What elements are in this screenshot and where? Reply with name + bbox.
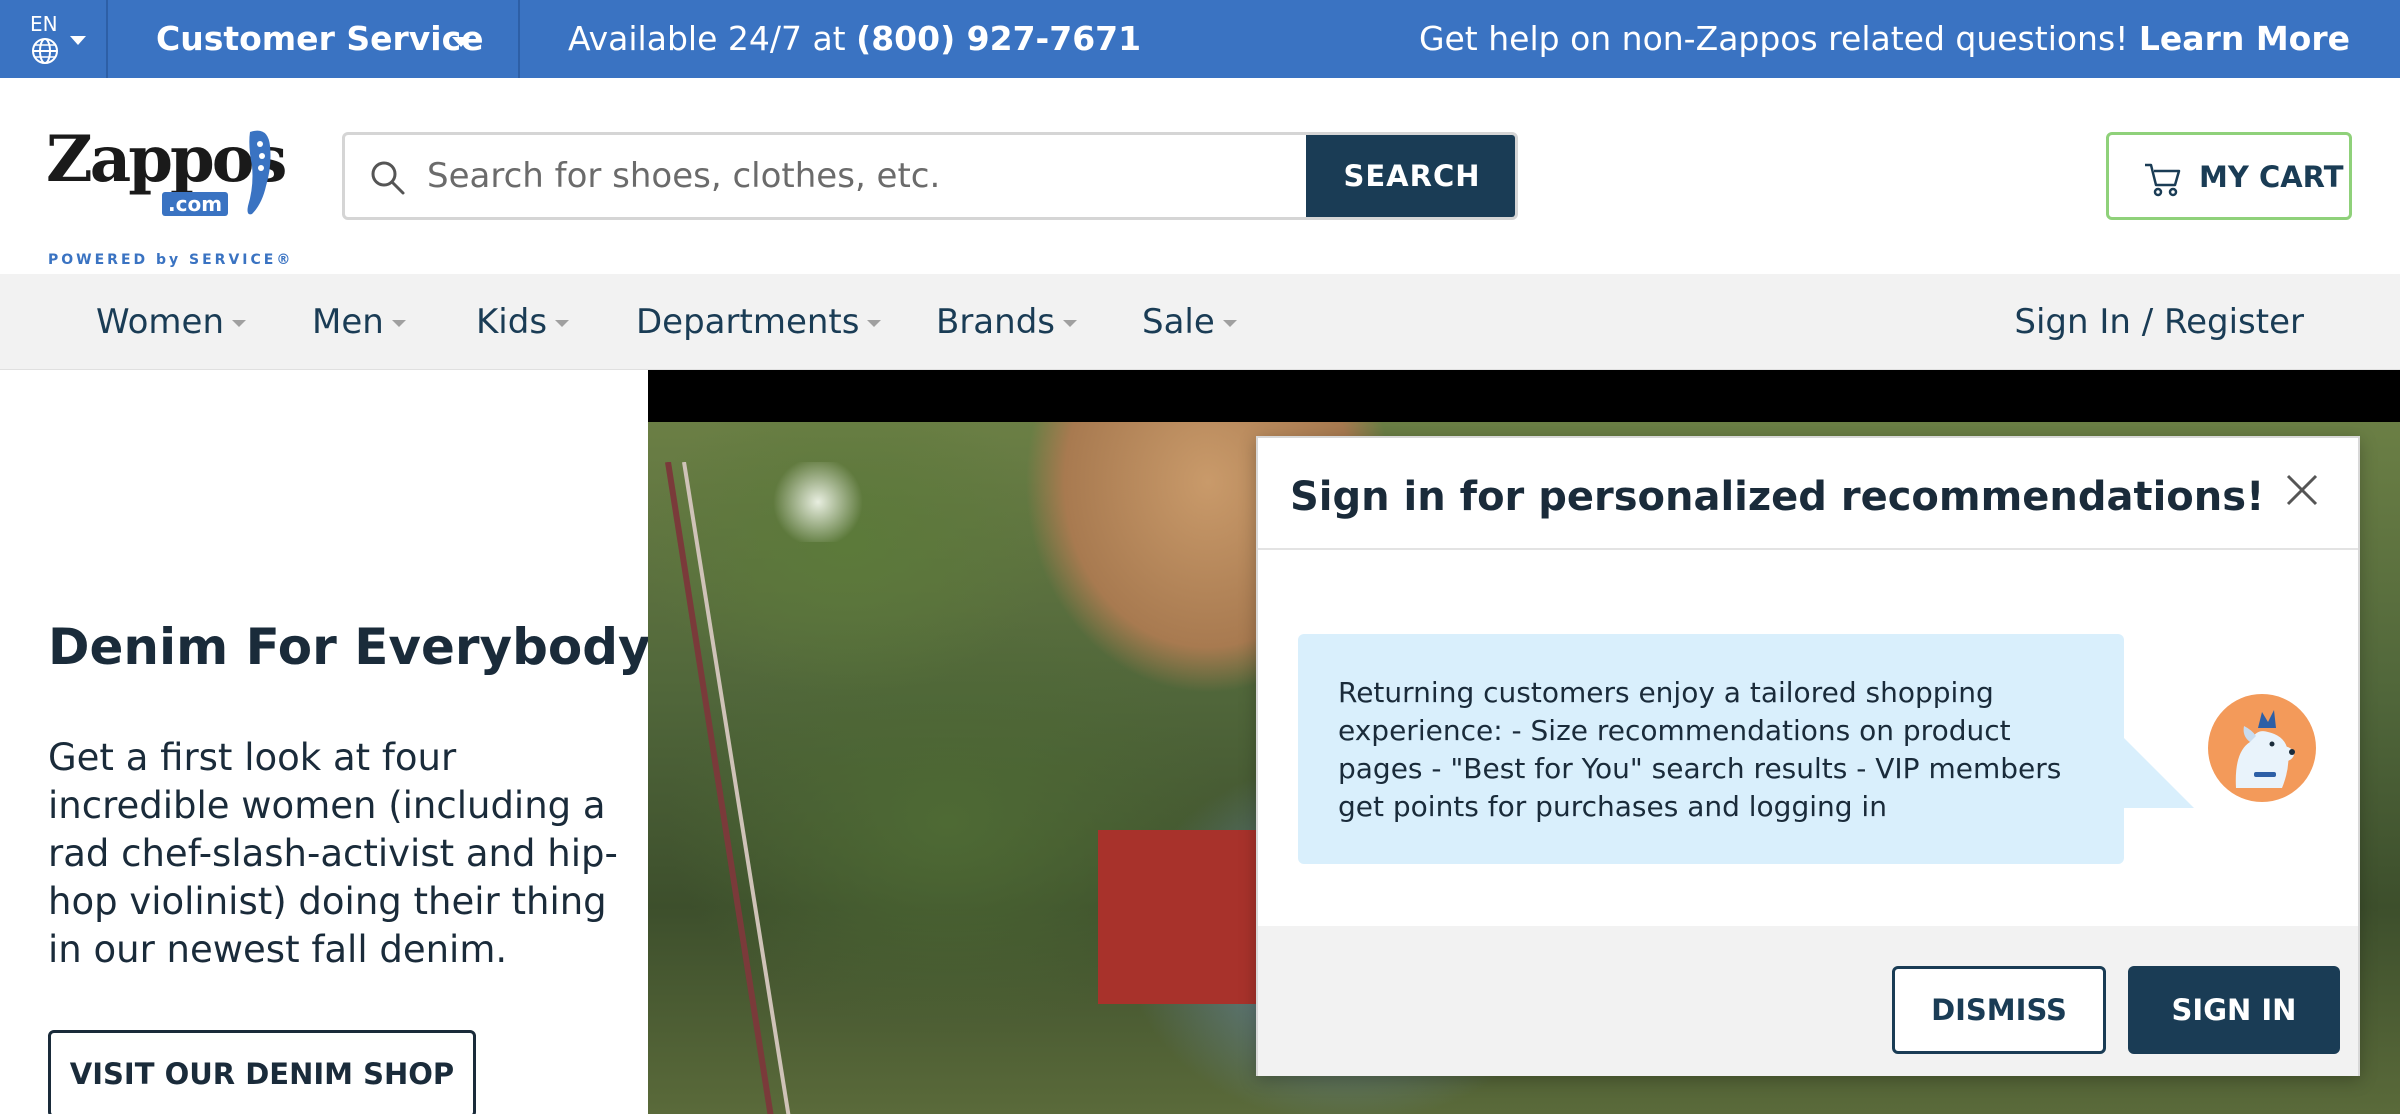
violin-bow-image: [665, 462, 791, 1114]
close-icon[interactable]: [2284, 472, 2320, 508]
nav-item-brands[interactable]: Brands: [936, 302, 1077, 342]
promo-title: Denim For Everybody: [48, 618, 651, 676]
promo-description: Get a first look at four incredible wome…: [48, 736, 618, 971]
main-navigation: Women Men Kids Departments Brands Sale S…: [0, 274, 2400, 370]
chevron-down-icon: [452, 37, 470, 47]
search-icon: [371, 161, 405, 195]
learn-more-link[interactable]: Learn More: [2139, 19, 2350, 58]
chevron-down-icon: [1222, 320, 1237, 327]
modal-header: Sign in for personalized recommendations…: [1258, 438, 2358, 550]
nav-item-women[interactable]: Women: [96, 302, 247, 342]
nav-item-label: Departments: [636, 302, 860, 342]
cart-icon: [2145, 163, 2181, 197]
language-selector[interactable]: EN: [0, 0, 108, 78]
customer-service-label: Customer Service: [156, 19, 484, 58]
search-input[interactable]: [427, 135, 1307, 217]
chevron-down-icon: [1062, 320, 1077, 327]
cart-label: MY CART: [2199, 160, 2344, 194]
nav-item-label: Sale: [1142, 302, 1215, 342]
promo-panel: Denim For Everybody Get a first look at …: [0, 370, 651, 1114]
nav-item-departments[interactable]: Departments: [636, 302, 882, 342]
nav-item-sale[interactable]: Sale: [1142, 302, 1237, 342]
dismiss-button[interactable]: DISMISS: [1892, 966, 2106, 1054]
chevron-down-icon: [391, 320, 406, 327]
nav-item-men[interactable]: Men: [312, 302, 406, 342]
modal-footer: DISMISS SIGN IN: [1258, 926, 2358, 1076]
nav-item-kids[interactable]: Kids: [476, 302, 570, 342]
search-bar: SEARCH: [342, 132, 1518, 220]
chevron-down-icon: [232, 320, 247, 327]
customer-service-menu[interactable]: Customer Service: [108, 0, 520, 78]
sign-in-register-link[interactable]: Sign In / Register: [2014, 302, 2304, 342]
top-utility-bar: EN Customer Service Available 24/7 at (8…: [0, 0, 2400, 78]
bubble-tail: [2124, 738, 2194, 808]
mascot-dog-icon: [2208, 694, 2316, 802]
search-button[interactable]: SEARCH: [1306, 135, 1515, 217]
chevron-down-icon: [70, 36, 86, 45]
hero-red-block: [1098, 830, 1278, 1004]
nav-item-label: Kids: [476, 302, 548, 342]
nav-item-label: Men: [312, 302, 384, 342]
zappos-logo[interactable]: Zappos .com POWERED by SERVICE®: [46, 122, 290, 272]
logo-dotcom: .com: [162, 192, 229, 216]
nav-item-label: Brands: [936, 302, 1055, 342]
site-header: Zappos .com POWERED by SERVICE® SEARCH M…: [0, 78, 2400, 274]
help-text: Get help on non-Zappos related questions…: [1419, 19, 2350, 58]
cart-button[interactable]: MY CART: [2106, 132, 2352, 220]
visit-denim-shop-button[interactable]: VISIT OUR DENIM SHOP: [48, 1030, 476, 1114]
globe-icon: [32, 38, 58, 64]
availability-text: Available 24/7 at (800) 927-7671: [568, 19, 1141, 58]
modal-message: Returning customers enjoy a tailored sho…: [1338, 676, 2062, 823]
availability-prefix: Available 24/7 at: [568, 19, 857, 58]
sign-in-recommendations-modal: Sign in for personalized recommendations…: [1256, 436, 2360, 1076]
chevron-down-icon: [555, 320, 570, 327]
recommendation-message-bubble: Returning customers enjoy a tailored sho…: [1298, 634, 2124, 864]
modal-title: Sign in for personalized recommendations…: [1290, 474, 2265, 520]
chevron-down-icon: [867, 320, 882, 327]
sign-in-button[interactable]: SIGN IN: [2128, 966, 2340, 1054]
language-code: EN: [30, 12, 58, 36]
logo-tagline: POWERED by SERVICE®: [48, 252, 294, 268]
logo-shoe-icon: [247, 130, 271, 215]
nav-item-label: Women: [96, 302, 225, 342]
phone-number[interactable]: (800) 927-7671: [856, 19, 1141, 58]
help-message: Get help on non-Zappos related questions…: [1418, 19, 2139, 58]
